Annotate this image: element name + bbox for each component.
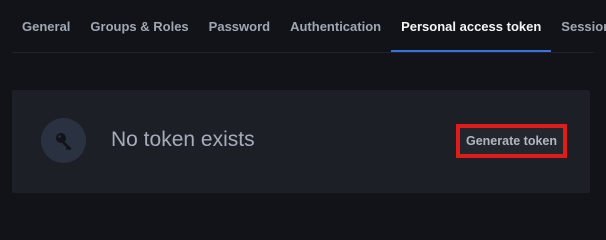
key-icon: [41, 118, 86, 163]
tabs-divider: [12, 52, 594, 53]
tab-groups-roles[interactable]: Groups & Roles: [80, 0, 198, 52]
tab-session[interactable]: Session: [551, 0, 606, 52]
generate-token-button[interactable]: Generate token: [456, 124, 567, 158]
tab-authentication[interactable]: Authentication: [280, 0, 391, 52]
settings-tabs: General Groups & Roles Password Authenti…: [12, 0, 606, 52]
tab-password[interactable]: Password: [199, 0, 280, 52]
token-panel: No token exists Generate token: [12, 90, 590, 193]
tab-general[interactable]: General: [12, 0, 80, 52]
user-settings-page: General Groups & Roles Password Authenti…: [0, 0, 606, 205]
no-token-message: No token exists: [111, 128, 255, 151]
tab-personal-access-token[interactable]: Personal access token: [391, 0, 552, 52]
